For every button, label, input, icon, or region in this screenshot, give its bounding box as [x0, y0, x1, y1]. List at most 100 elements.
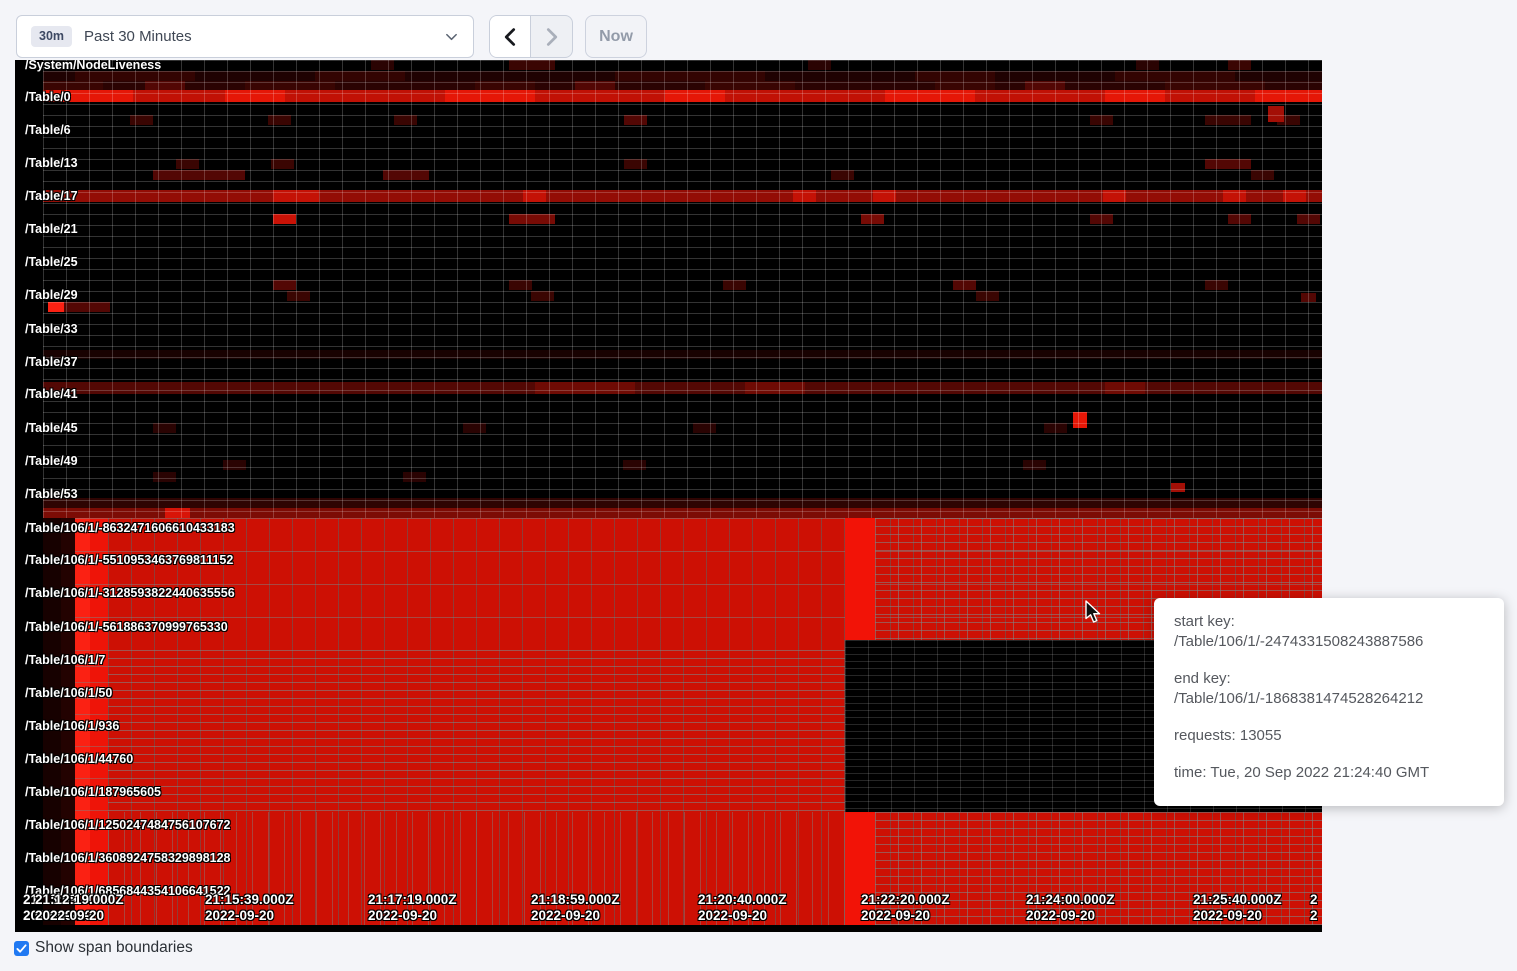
show-span-boundaries-label: Show span boundaries	[35, 939, 193, 957]
row-label: /Table/45	[25, 421, 78, 435]
heat-cell	[287, 291, 310, 301]
heat-cell	[1171, 483, 1185, 492]
row-label: /Table/106/1/3608924758329898128	[25, 851, 231, 865]
heat-cell	[509, 60, 555, 70]
heat-cell	[271, 159, 294, 169]
row-label: /Table/6	[25, 123, 71, 137]
row-label: /Table/41	[25, 387, 78, 401]
heat-cell	[623, 460, 646, 470]
heat-cell	[223, 460, 246, 470]
row-label: /Table/13	[25, 156, 78, 170]
time-axis-label: 21:24:00.000Z2022-09-20	[1026, 892, 1115, 924]
heat-cell	[693, 423, 716, 433]
heat-cell	[861, 214, 884, 224]
heat-cell	[1277, 115, 1300, 125]
heat-band	[915, 71, 995, 81]
shift-forward-button[interactable]	[531, 16, 572, 57]
heat-cell	[463, 423, 486, 433]
row-label: /System/NodeLiveness	[25, 60, 161, 72]
heat-band	[1025, 81, 1065, 91]
time-axis-label: 21:17:19.000Z2022-09-20	[368, 892, 457, 924]
heat-region	[75, 518, 90, 925]
heat-band	[1103, 190, 1126, 202]
time-axis-label: 21:13:59.000Z2022-09-20	[23, 892, 112, 924]
row-label: /Table/106/1/-3128593822440635556	[25, 586, 235, 600]
time-axis-label: 21:25:40.000Z2022-09-20	[1193, 892, 1282, 924]
time-axis-label: 21:15:39.000Z2022-09-20	[205, 892, 294, 924]
heat-band	[1105, 90, 1165, 102]
show-span-boundaries-checkbox[interactable]	[14, 941, 29, 956]
time-axis-label: 21:18:59.000Z2022-09-20	[531, 892, 620, 924]
time-range-label: Past 30 Minutes	[84, 28, 432, 45]
heat-cell	[130, 115, 153, 125]
heat-band	[705, 81, 795, 91]
tooltip-end-key: end key: /Table/106/1/-18683814745282642…	[1174, 669, 1484, 709]
chevron-down-icon	[444, 29, 459, 44]
row-label: /Table/17	[25, 189, 78, 203]
heat-cell	[273, 280, 296, 290]
row-label: /Table/106/1/50	[25, 686, 112, 700]
heat-region	[15, 518, 43, 925]
heat-cell	[1090, 115, 1113, 125]
row-label: /Table/106/1/936	[25, 719, 119, 733]
heat-cell	[1251, 170, 1274, 180]
row-label: /Table/106/1/-8632471606610433183	[25, 521, 235, 535]
heat-cell	[371, 60, 394, 70]
time-axis-label: 21:22:20.000Z2022-09-20	[861, 892, 950, 924]
heat-band	[165, 508, 190, 518]
heat-cell	[176, 159, 199, 169]
heat-cell	[1268, 106, 1284, 122]
heat-cell	[1073, 412, 1087, 428]
heat-cell	[273, 214, 296, 224]
row-label: /Table/37	[25, 355, 78, 369]
heat-region	[75, 518, 1322, 650]
heatmap-tooltip: start key: /Table/106/1/-247433150824388…	[1154, 598, 1504, 806]
heat-band	[273, 190, 319, 202]
heat-cell	[976, 291, 999, 301]
heat-band	[145, 81, 185, 91]
heat-cell	[1228, 214, 1251, 224]
heat-cell	[1228, 60, 1251, 70]
heat-band	[43, 81, 103, 91]
heat-cell	[723, 280, 746, 290]
heat-cell	[1205, 280, 1228, 290]
heat-band	[315, 71, 405, 81]
heat-region	[75, 650, 108, 812]
key-visualizer-heatmap[interactable]: /System/NodeLiveness/Table/0/Table/6/Tab…	[15, 60, 1322, 932]
heat-band	[43, 81, 1322, 91]
row-label: /Table/106/1/7	[25, 653, 105, 667]
heat-cell	[153, 170, 245, 180]
heat-cell	[953, 280, 976, 290]
heat-cell	[509, 214, 555, 224]
row-label: /Table/0	[25, 90, 71, 104]
heat-band	[793, 190, 816, 202]
chevron-left-icon	[502, 27, 519, 47]
time-range-select[interactable]: 30m Past 30 Minutes	[16, 15, 474, 58]
heat-band	[445, 90, 535, 102]
heat-region	[43, 925, 1322, 932]
shift-back-button[interactable]	[490, 16, 531, 57]
heat-cell	[383, 170, 429, 180]
heat-region	[90, 518, 108, 925]
row-label: /Table/106/1/-561886370999765330	[25, 620, 228, 634]
heat-region	[43, 518, 61, 925]
row-label: /Table/49	[25, 454, 78, 468]
row-label: /Table/106/1/-5510953463769811152	[25, 553, 233, 567]
row-label: /Table/106/1/187965605	[25, 785, 161, 799]
heat-band	[615, 71, 765, 81]
heat-band	[43, 90, 1322, 102]
heat-cell	[509, 280, 532, 290]
heat-band	[885, 90, 975, 102]
heat-cell	[1023, 460, 1046, 470]
heat-region	[108, 650, 845, 812]
now-button[interactable]: Now	[585, 15, 647, 58]
heat-band	[665, 90, 725, 102]
heat-band	[1165, 81, 1265, 91]
heat-band	[1115, 71, 1235, 81]
time-axis-label: 21:20:40.000Z2022-09-20	[698, 892, 787, 924]
heat-cell	[48, 302, 64, 312]
heat-region	[845, 812, 875, 925]
heat-cell	[403, 472, 426, 482]
heat-band	[475, 81, 535, 91]
row-label: /Table/106/1/44760	[25, 752, 133, 766]
